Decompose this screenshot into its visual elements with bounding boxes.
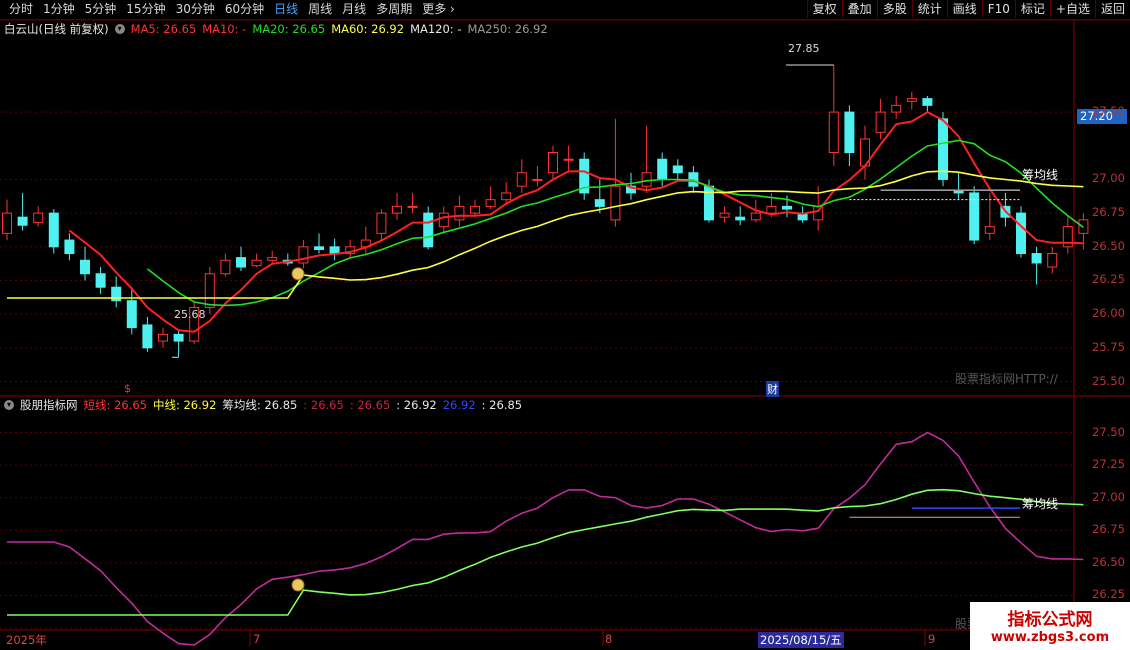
brand-logo: 指标公式网 www.zbgs3.com bbox=[970, 602, 1130, 650]
candle-body bbox=[766, 205, 777, 214]
sub-axis-tick: 27.25 bbox=[1092, 457, 1125, 472]
candle-body bbox=[158, 333, 168, 342]
date-label-cursor: 2025/08/15/五 bbox=[758, 632, 844, 648]
sub-axis-tick: 27.00 bbox=[1092, 489, 1125, 504]
sub-axis-tick: 26.25 bbox=[1092, 587, 1125, 602]
watermark-main: 股票指标网HTTP:// bbox=[955, 372, 1058, 386]
candle-body bbox=[33, 212, 44, 224]
finance-marker[interactable]: 财 bbox=[766, 381, 779, 397]
candle-body bbox=[875, 111, 886, 133]
candle-body bbox=[532, 178, 543, 181]
short-line bbox=[7, 431, 1084, 646]
candle-body bbox=[782, 205, 792, 210]
candle-body bbox=[314, 246, 324, 251]
candle-body bbox=[454, 205, 465, 221]
candle-body bbox=[501, 192, 512, 201]
candle-body bbox=[594, 199, 605, 207]
money-bag-icon bbox=[291, 578, 305, 592]
candle-body bbox=[126, 300, 137, 329]
sub-axis-tick: 26.50 bbox=[1092, 554, 1125, 569]
candle-body bbox=[267, 257, 278, 261]
candle-body bbox=[2, 212, 12, 234]
candle-body bbox=[548, 152, 558, 174]
brand-title: 指标公式网 bbox=[1007, 610, 1093, 630]
brand-url: www.zbgs3.com bbox=[990, 630, 1110, 645]
candle-body bbox=[423, 212, 434, 248]
candle-body bbox=[142, 324, 153, 349]
candle-body bbox=[95, 273, 106, 288]
chip-line-label-main: 筹均线 bbox=[1022, 168, 1059, 182]
candle-body bbox=[204, 273, 215, 308]
candle-body bbox=[438, 212, 449, 228]
candle-body bbox=[641, 172, 652, 187]
main-axis-tick: 25.50 bbox=[1092, 373, 1125, 388]
candle-body bbox=[563, 158, 574, 161]
candle-body bbox=[1016, 212, 1026, 255]
candle-body bbox=[719, 212, 730, 218]
candle-body bbox=[657, 158, 668, 180]
main-axis-tick: 25.75 bbox=[1092, 339, 1125, 354]
candle-body bbox=[48, 212, 59, 248]
candle-body bbox=[844, 111, 855, 154]
sub-axis-tick: 27.50 bbox=[1092, 424, 1125, 439]
candle-body bbox=[407, 205, 418, 208]
low-price-label: 25.68 bbox=[174, 308, 206, 321]
date-label-aug: 8 bbox=[605, 632, 613, 646]
money-bag-icon bbox=[291, 267, 305, 281]
candle-body bbox=[1047, 253, 1058, 268]
candle-body bbox=[80, 259, 90, 275]
main-axis-tick: 27.00 bbox=[1092, 171, 1125, 186]
candle-body bbox=[828, 111, 839, 154]
candle-body bbox=[236, 257, 246, 268]
date-label-sep: 9 bbox=[928, 632, 936, 646]
candle-body bbox=[251, 259, 262, 267]
candle-body bbox=[485, 199, 496, 207]
candle-body bbox=[173, 333, 184, 342]
candle-body bbox=[64, 239, 75, 255]
main-axis-tick: 26.50 bbox=[1092, 238, 1125, 253]
high-price-label: 27.85 bbox=[788, 42, 820, 55]
candle-body bbox=[298, 246, 309, 264]
dividend-marker[interactable]: $ bbox=[124, 382, 131, 395]
main-axis-tick: 26.75 bbox=[1092, 205, 1125, 220]
candle-body bbox=[938, 118, 948, 180]
candle-body bbox=[376, 212, 387, 234]
kline-chart[interactable] bbox=[0, 0, 1130, 650]
date-label-year: 2025年 bbox=[6, 633, 47, 647]
candle-body bbox=[750, 212, 761, 221]
main-axis-tick: 26.00 bbox=[1092, 306, 1125, 321]
candle-body bbox=[891, 104, 902, 113]
candle-body bbox=[220, 259, 231, 275]
chip-line-label-sub: 筹均线 bbox=[1022, 497, 1059, 511]
candle-body bbox=[906, 98, 917, 102]
candle-body bbox=[1031, 253, 1042, 264]
candle-body bbox=[392, 205, 402, 214]
candle-body bbox=[735, 216, 746, 221]
main-axis-tick: 27.50 bbox=[1092, 104, 1125, 119]
main-axis-tick: 26.25 bbox=[1092, 272, 1125, 287]
candle-body bbox=[984, 226, 995, 234]
candle-body bbox=[329, 246, 340, 255]
candle-body bbox=[516, 172, 527, 187]
candle-body bbox=[470, 205, 480, 214]
sub-axis-tick: 26.75 bbox=[1092, 522, 1125, 537]
candle-body bbox=[610, 185, 621, 221]
candle-body bbox=[17, 216, 28, 226]
date-label-july: 7 bbox=[253, 632, 261, 646]
candle-body bbox=[672, 165, 683, 174]
candle-body bbox=[704, 185, 714, 221]
candle-body bbox=[922, 98, 933, 106]
